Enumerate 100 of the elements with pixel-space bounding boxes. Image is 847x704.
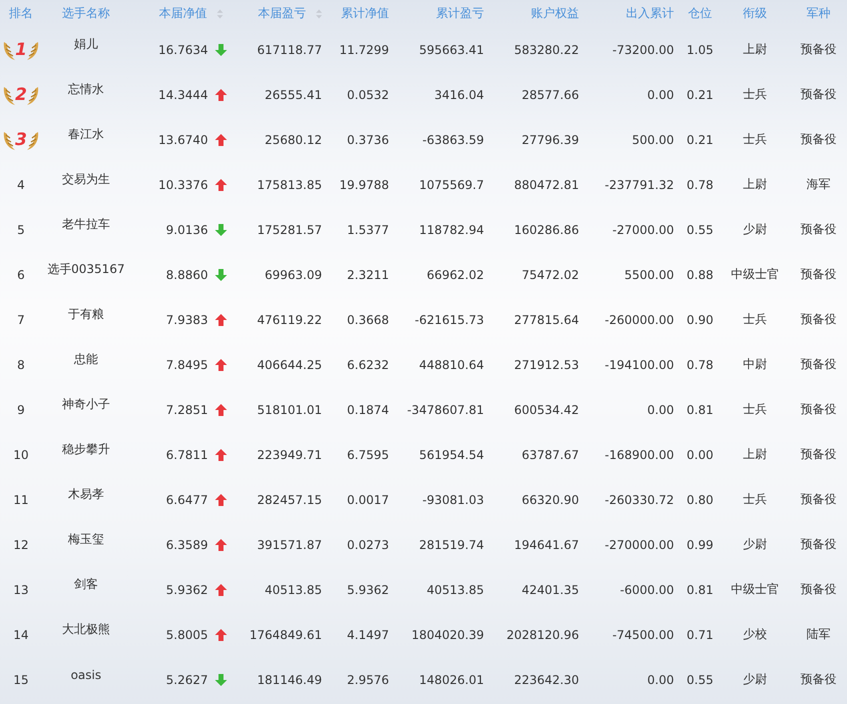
table-cell: -260000.00 [604,312,674,326]
table-cell: 223949.71 [257,448,322,462]
player-name[interactable]: 梅玉玺 [68,531,104,548]
table-cell: 75472.02 [522,268,579,282]
table-cell: 0.21 [686,132,714,146]
net-value: 5.2627 [166,672,208,686]
table-cell: 1.5377 [347,222,389,236]
table-cell: 预备役 [800,401,836,418]
table-cell: 6.6232 [347,358,389,372]
net-value: 7.9383 [166,312,208,326]
table-cell: 0.99 [686,538,714,552]
table-cell: 0.00 [686,448,714,462]
rank-medal: 2 [1,82,41,106]
rank-number: 15 [13,672,29,686]
player-name[interactable]: 忘情水 [68,81,104,98]
table-cell: 预备役 [800,671,836,688]
table-cell: 880472.81 [514,178,579,192]
table-cell: 500.00 [632,132,674,146]
rank-number: 4 [17,178,25,192]
table-cell: 0.55 [686,222,714,236]
table-cell: -3478607.81 [407,402,484,416]
net-value: 14.3444 [158,88,208,102]
table-cell: 1764849.61 [249,628,322,642]
player-name[interactable]: 神奇小子 [62,396,110,413]
player-name[interactable]: 忠能 [74,351,98,368]
net-value: 10.3376 [158,178,208,192]
player-name[interactable]: 娟儿 [74,36,98,53]
net-value: 9.0136 [166,222,208,236]
table-cell: 少尉 [743,536,767,553]
table-cell: 预备役 [800,131,836,148]
table-cell: 42401.35 [522,582,579,596]
table-cell: 25680.12 [264,132,322,146]
player-name[interactable]: 剑客 [74,576,98,593]
net-value: 5.9362 [166,582,208,596]
table-cell: 中尉 [743,356,767,373]
table-cell: -237791.32 [604,178,674,192]
table-cell: 士兵 [743,401,767,418]
table-cell: 448810.64 [419,358,484,372]
table-cell: 少尉 [743,221,767,238]
table-cell: 476119.22 [257,312,322,326]
table-cell: 0.90 [686,312,714,326]
rank-number: 8 [17,358,25,372]
table-cell: 4.1497 [347,628,389,642]
rank-number: 13 [13,582,29,596]
table-cell: 518101.01 [257,402,322,416]
table-cell: 391571.87 [257,538,322,552]
table-cell: 1.05 [686,42,714,56]
table-cell: 士兵 [743,131,767,148]
table-cell: 预备役 [800,581,836,598]
table-cell: 175281.57 [257,222,322,236]
player-name[interactable]: 稳步攀升 [62,441,110,458]
table-cell: -93081.03 [422,492,484,506]
player-name[interactable]: 大北极熊 [62,621,110,638]
table-cell: 63787.67 [522,448,579,462]
sort-icon[interactable] [217,8,223,18]
table-cell: 595663.41 [419,42,484,56]
table-cell: -260330.72 [604,492,674,506]
table-cell: 3416.04 [434,88,484,102]
net-value: 8.8860 [166,268,208,282]
rank-number: 7 [17,312,25,326]
table-cell: 0.0532 [347,88,389,102]
player-name[interactable]: 交易为生 [62,171,110,188]
rank-number: 5 [17,222,25,236]
table-cell: 少校 [743,626,767,643]
sort-icon[interactable] [316,8,322,18]
table-cell: 223642.30 [514,672,579,686]
net-value: 16.7634 [158,42,208,56]
table-cell: -621615.73 [414,312,484,326]
player-name[interactable]: oasis [70,668,102,682]
table-cell: -168900.00 [604,448,674,462]
table-cell: 上尉 [743,41,767,58]
table-cell: 预备役 [800,536,836,553]
table-cell: 160286.86 [514,222,579,236]
rank-number: 11 [13,492,29,506]
table-cell: 2028120.96 [506,628,579,642]
player-name[interactable]: 春江水 [68,126,104,143]
table-cell: 0.80 [686,492,714,506]
table-cell: 5.9362 [347,582,389,596]
table-cell: 0.71 [686,628,714,642]
table-cell: 1075569.7 [419,178,484,192]
table-cell: 0.0017 [347,492,389,506]
player-name[interactable]: 于有粮 [68,306,104,323]
rank-number: 14 [13,628,29,642]
table-cell: 5500.00 [624,268,674,282]
net-value: 7.8495 [166,358,208,372]
table-cell: 预备役 [800,491,836,508]
table-cell: 40513.85 [426,582,484,596]
player-name[interactable]: 木易孝 [68,486,104,503]
net-value: 6.7811 [166,448,208,462]
player-name[interactable]: 选手0035167 [47,261,125,278]
table-cell: 26555.41 [264,88,322,102]
table-cell: 预备役 [800,221,836,238]
player-name[interactable]: 老牛拉车 [62,216,110,233]
table-cell: 561954.54 [419,448,484,462]
table-cell: 66320.90 [522,492,579,506]
table-cell: 0.78 [686,358,714,372]
table-cell: 0.81 [686,582,714,596]
table-cell: 1804020.39 [411,628,484,642]
net-value: 7.2851 [166,402,208,416]
table-cell: 600534.42 [514,402,579,416]
